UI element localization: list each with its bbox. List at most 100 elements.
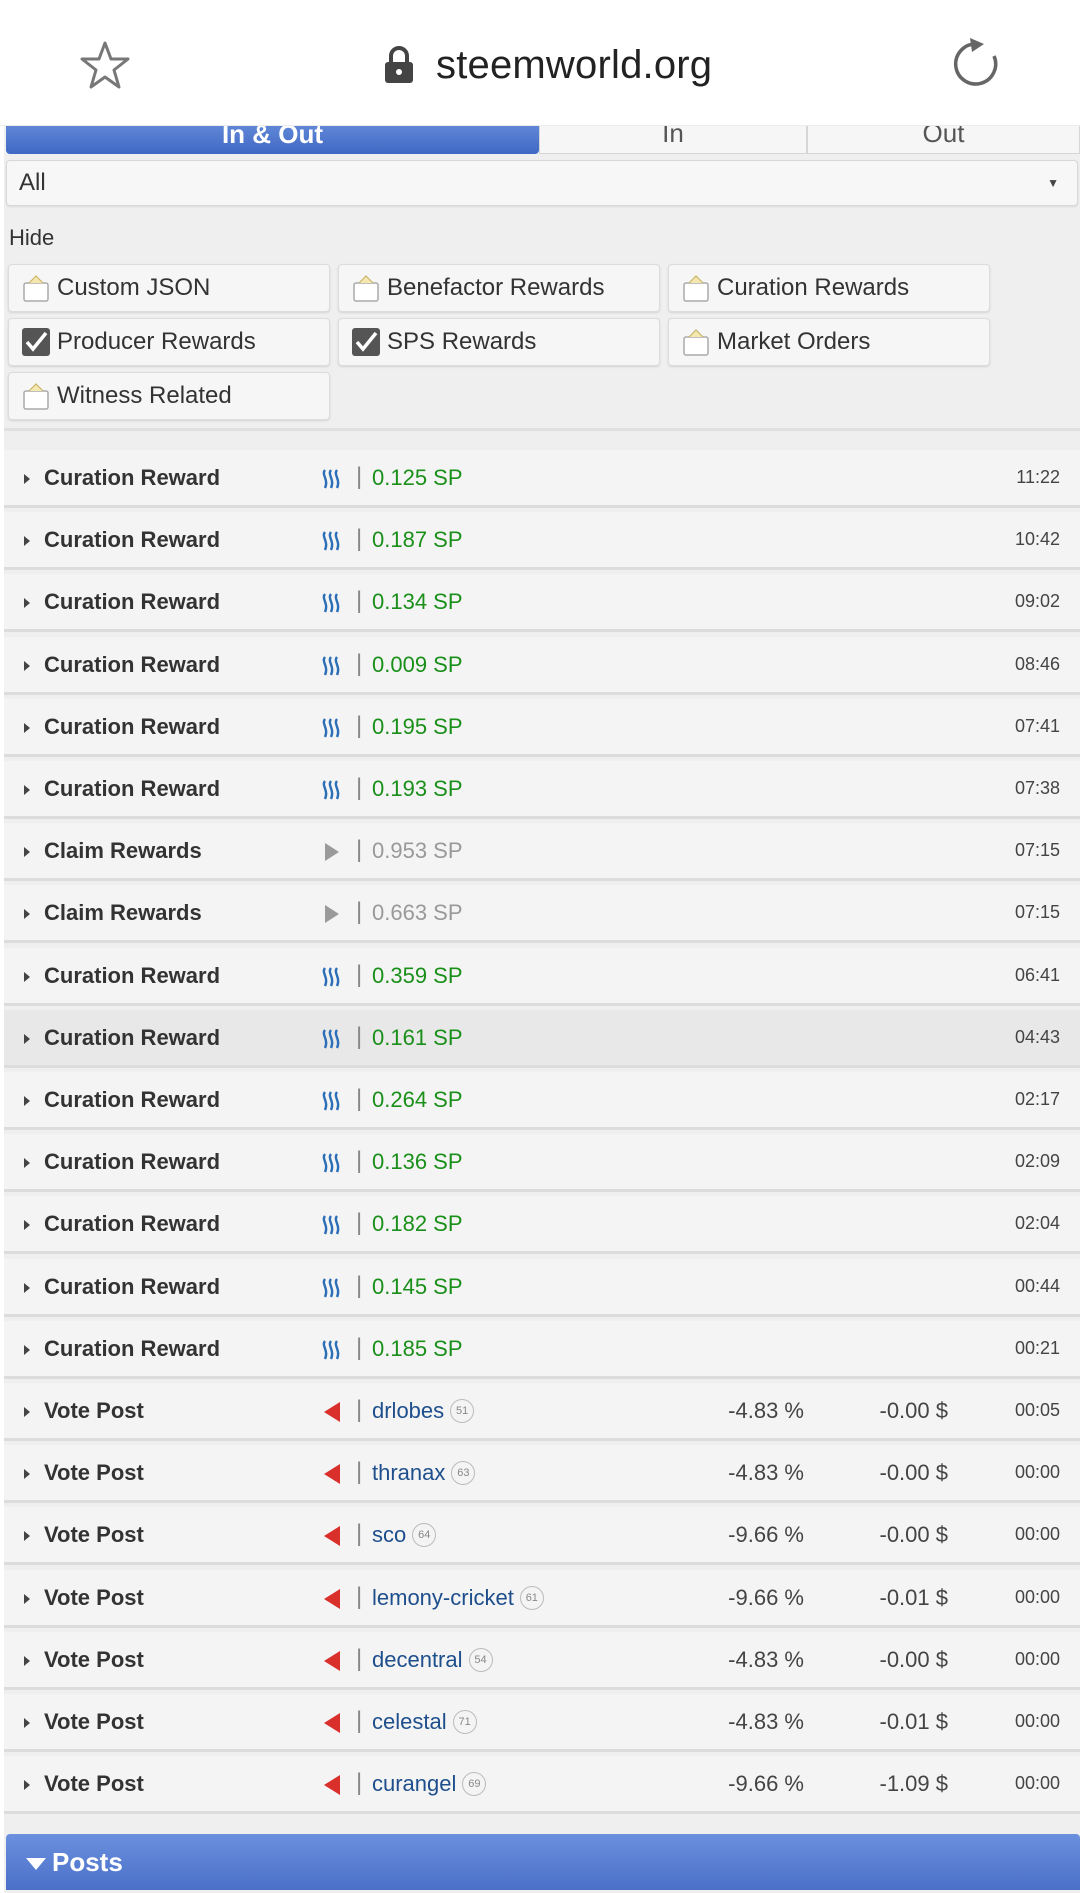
filter-curation-rewards[interactable]: Curation Rewards <box>668 264 990 312</box>
expand-caret-icon[interactable] <box>24 909 30 920</box>
filter-market-orders[interactable]: Market Orders <box>668 318 990 366</box>
table-row[interactable]: Vote Post | curangel 69 -9.66 % -1.09 $ 00:00 <box>4 1756 1080 1815</box>
reputation-badge: 61 <box>519 1585 544 1610</box>
expand-caret-icon[interactable] <box>24 474 30 484</box>
vote-icon <box>320 1649 344 1673</box>
table-row[interactable]: Curation Reward | 0.193 SP 07:38 <box>4 761 1080 819</box>
row-user-link[interactable]: curangel 69 <box>372 1771 487 1797</box>
table-row[interactable]: Curation Reward | 0.161 SP 04:43 <box>4 1009 1080 1068</box>
expand-caret-icon[interactable] <box>24 1718 30 1728</box>
row-type: Curation Reward <box>44 1149 221 1175</box>
table-row[interactable]: Vote Post | celestal 71 -4.83 % -0.01 $ 00:00 <box>4 1694 1080 1752</box>
row-type: Curation Reward <box>44 465 221 490</box>
filter-sps-rewards[interactable]: SPS Rewards <box>338 318 660 366</box>
tab-in-out[interactable]: In & Out <box>6 126 539 154</box>
row-vote-value: -0.00 $ <box>879 1398 949 1423</box>
star-icon[interactable] <box>80 40 130 90</box>
row-user-link[interactable]: drlobes 51 <box>372 1398 475 1424</box>
table-row[interactable]: Vote Post | sco 64 -9.66 % -0.00 $ 00:00 <box>4 1507 1080 1566</box>
table-row[interactable]: Curation Reward | 0.359 SP 06:41 <box>4 947 1080 1006</box>
expand-caret-icon[interactable] <box>24 785 30 795</box>
expand-caret-icon[interactable] <box>24 847 30 858</box>
table-row[interactable]: Curation Reward | 0.182 SP 02:04 <box>4 1196 1080 1255</box>
reputation-badge: 63 <box>451 1461 476 1486</box>
expand-caret-icon[interactable] <box>24 1655 30 1666</box>
table-row[interactable]: Curation Reward | 0.185 SP 00:21 <box>4 1320 1080 1379</box>
row-user-link[interactable]: decentral 54 <box>372 1647 493 1673</box>
row-amount: 0.125 SP <box>372 465 463 490</box>
table-row[interactable]: Curation Reward | 0.195 SP 07:41 <box>4 698 1080 757</box>
row-user: curangel <box>372 1771 457 1797</box>
table-row[interactable]: Claim Rewards | 0.953 SP 07:15 <box>4 823 1080 882</box>
expand-caret-icon[interactable] <box>24 536 30 547</box>
posts-section-header[interactable]: Posts <box>6 1834 1080 1890</box>
row-type: Claim Rewards <box>44 900 202 926</box>
filter-witness-related[interactable]: Witness Related <box>8 372 330 420</box>
row-type: Vote Post <box>44 1398 144 1423</box>
table-row[interactable]: Vote Post | lemony-cricket 61 -9.66 % -0.01 $… <box>4 1569 1080 1628</box>
row-time: 02:04 <box>1014 1213 1060 1234</box>
address-field[interactable]: steemworld.org <box>384 40 712 90</box>
row-amount: 0.009 SP <box>372 651 463 677</box>
expand-caret-icon[interactable] <box>24 1282 30 1293</box>
row-amount: 0.359 SP <box>372 962 463 988</box>
filter-custom-json[interactable]: Custom JSON <box>8 264 330 312</box>
row-type: Curation Reward <box>44 1335 221 1361</box>
filter-benefactor-rewards[interactable]: Benefactor Rewards <box>338 264 660 312</box>
expand-caret-icon[interactable] <box>24 660 30 671</box>
row-type: Vote Post <box>44 1460 144 1486</box>
table-row[interactable]: Vote Post | decentral 54 -4.83 % -0.00 $ 00:00 <box>4 1631 1080 1690</box>
row-user-link[interactable]: celestal 71 <box>372 1709 477 1735</box>
table-row[interactable]: Curation Reward | 0.009 SP 08:46 <box>4 636 1080 695</box>
account-history-panel: In & Out In Out All ▼ Hide Custom JSON B… <box>4 126 1080 1893</box>
table-row[interactable]: Curation Reward | 0.125 SP 11:22 <box>4 450 1080 508</box>
row-user-link[interactable]: thranax 63 <box>372 1460 476 1486</box>
tab-out[interactable]: Out <box>807 126 1080 154</box>
row-type: Vote Post <box>44 1584 144 1610</box>
table-row[interactable]: Curation Reward | 0.134 SP 09:02 <box>4 574 1080 633</box>
row-type: Vote Post <box>44 1646 144 1672</box>
table-row[interactable]: Vote Post | thranax 63 -4.83 % -0.00 $ 00:00 <box>4 1445 1080 1504</box>
row-type: Curation Reward <box>44 589 221 615</box>
expand-caret-icon[interactable] <box>24 1033 30 1044</box>
table-row[interactable]: Curation Reward | 0.136 SP 02:09 <box>4 1134 1080 1193</box>
play-icon <box>320 902 344 926</box>
row-user-link[interactable]: sco 64 <box>372 1522 437 1548</box>
table-row[interactable]: Curation Reward | 0.264 SP 02:17 <box>4 1072 1080 1130</box>
expand-caret-icon[interactable] <box>24 1220 30 1231</box>
expand-caret-icon[interactable] <box>24 1469 30 1480</box>
table-row[interactable]: Curation Reward | 0.145 SP 00:44 <box>4 1258 1080 1317</box>
expand-caret-icon[interactable] <box>24 1096 30 1106</box>
expand-caret-icon[interactable] <box>24 722 30 733</box>
row-amount: 0.145 SP <box>372 1273 463 1299</box>
filter-select[interactable]: All ▼ <box>6 160 1078 206</box>
filter-producer-rewards[interactable]: Producer Rewards <box>8 318 330 366</box>
expand-caret-icon[interactable] <box>24 598 30 609</box>
steem-icon <box>320 467 344 491</box>
expand-caret-icon[interactable] <box>24 1780 30 1791</box>
table-row[interactable]: Curation Reward | 0.187 SP 10:42 <box>4 512 1080 571</box>
row-time: 06:41 <box>1014 964 1060 985</box>
table-row[interactable]: Vote Post | drlobes 51 -4.83 % -0.00 $ 00:05 <box>4 1383 1080 1441</box>
tab-in[interactable]: In <box>539 126 807 154</box>
expand-caret-icon[interactable] <box>24 1407 30 1417</box>
expand-caret-icon[interactable] <box>24 1593 30 1604</box>
row-type: Vote Post <box>44 1709 144 1734</box>
expand-caret-icon[interactable] <box>24 971 30 982</box>
table-row[interactable]: Claim Rewards | 0.663 SP 07:15 <box>4 885 1080 944</box>
vote-icon <box>320 1524 344 1548</box>
row-user-link[interactable]: lemony-cricket 61 <box>372 1585 544 1611</box>
row-user: celestal <box>372 1709 447 1734</box>
row-time: 07:15 <box>1014 902 1060 923</box>
row-separator: | <box>356 1333 363 1361</box>
reputation-badge: 71 <box>452 1710 477 1734</box>
expand-caret-icon[interactable] <box>24 1158 30 1169</box>
steem-icon <box>320 654 344 678</box>
expand-caret-icon[interactable] <box>24 1344 30 1355</box>
row-vote-percent: -9.66 % <box>728 1522 804 1548</box>
expand-caret-icon[interactable] <box>24 1531 30 1542</box>
reload-icon[interactable] <box>950 38 1002 90</box>
row-amount: 0.136 SP <box>372 1149 463 1175</box>
row-type: Claim Rewards <box>44 838 202 864</box>
row-type: Curation Reward <box>44 651 221 677</box>
